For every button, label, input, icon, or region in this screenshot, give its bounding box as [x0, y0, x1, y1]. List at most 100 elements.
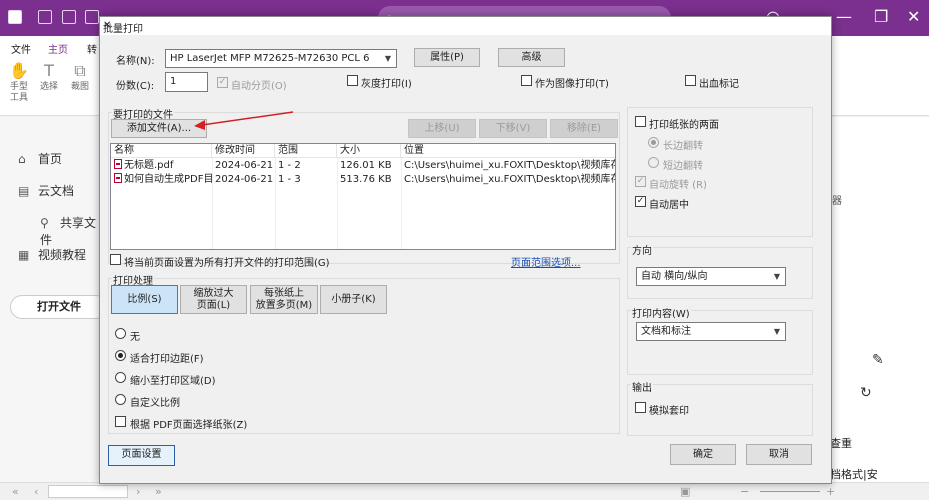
cancel-button[interactable]: 取消 [746, 444, 812, 465]
fit-margins-radio[interactable] [115, 350, 126, 361]
long-edge-radio[interactable] [648, 137, 659, 148]
print-as-image-checkbox[interactable] [521, 75, 532, 86]
close-app-icon[interactable]: ✕ [907, 9, 920, 25]
close-icon[interactable]: ✕ [103, 20, 826, 31]
page-range-options-link[interactable]: 页面范围选项... [511, 254, 581, 269]
auto-center-label: 自动居中 [649, 200, 689, 211]
file-location: C:\Users\huimei_xu.FOXIT\Desktop\视频库存\如何… [404, 160, 615, 171]
duplex-checkbox[interactable] [635, 116, 646, 127]
share-doc-icon: ⚲ [40, 216, 49, 230]
refresh-icon[interactable]: ↻ [860, 385, 872, 401]
duplex-label: 打印纸张的两面 [649, 120, 719, 131]
page-setup-button[interactable]: 页面设置 [108, 445, 175, 466]
print-content-title: 打印内容(W) [631, 305, 691, 320]
prev-page-icon[interactable]: ‹ [34, 485, 38, 498]
orientation-select[interactable]: 自动 横向/纵向 ▼ [636, 267, 786, 286]
apply-all-checkbox[interactable] [110, 254, 121, 265]
page-input[interactable] [48, 485, 128, 498]
sidebar-item-video[interactable]: ▦ 视频教程 [18, 246, 86, 263]
col-range[interactable]: 范围 [275, 144, 337, 158]
hand-tool[interactable]: ✋ 手型 工具 [4, 62, 34, 104]
print-as-image-label: 作为图像打印(T) [535, 79, 609, 90]
sidebar-item-home[interactable]: ⌂ 首页 [18, 150, 62, 167]
file-list[interactable]: 名称 修改时间 范围 大小 位置 无标题.pdf 2024-06-21 ... … [110, 143, 616, 250]
last-page-icon[interactable]: » [155, 485, 162, 498]
print-icon[interactable] [85, 10, 99, 24]
edit-icon[interactable]: ✎ [872, 352, 884, 368]
file-location: C:\Users\huimei_xu.FOXIT\Desktop\视频库存\如何… [404, 174, 615, 185]
short-edge-radio[interactable] [648, 157, 659, 168]
status-bar: « ‹ › » ▣ − + [0, 482, 929, 500]
app-logo-icon [8, 10, 22, 24]
custom-scale-label: 自定义比例 [130, 398, 180, 409]
orientation-title: 方向 [631, 242, 653, 257]
shrink-to-area-label: 缩小至打印区域(D) [130, 376, 216, 387]
tab-file[interactable]: 文件 [11, 41, 31, 56]
zoom-slider[interactable] [760, 491, 820, 492]
open-file-button[interactable]: 打开文件 [10, 295, 108, 319]
right-text-1: 器 [832, 196, 842, 207]
print-content-select[interactable]: 文档和标注 ▼ [636, 322, 786, 341]
right-text-3: 档格式|安 [830, 468, 878, 481]
open-folder-icon[interactable] [38, 10, 52, 24]
properties-button[interactable]: 属性(P) [414, 48, 480, 67]
choose-paper-by-pdf-label: 根据 PDF页面选择纸张(Z) [130, 420, 248, 431]
collate-checkbox[interactable]: ✓ [217, 77, 228, 88]
tab-booklet[interactable]: 小册子(K) [320, 285, 387, 314]
auto-rotate-checkbox[interactable]: ✓ [635, 176, 646, 187]
sidebar-video-label: 视频教程 [38, 248, 87, 262]
pdf-file-icon [114, 159, 122, 169]
col-name[interactable]: 名称 [111, 144, 212, 158]
move-down-button[interactable]: 下移(V) [479, 119, 547, 138]
first-page-icon[interactable]: « [12, 485, 19, 498]
tab-shrink-oversized[interactable]: 缩放过大 页面(L) [180, 285, 247, 314]
file-modified: 2024-06-21 ... [215, 160, 275, 171]
home-icon: ⌂ [18, 152, 26, 166]
sidebar-item-cloud[interactable]: ▤ 云文档 [18, 182, 74, 199]
pdf-file-icon [114, 173, 122, 183]
next-page-icon[interactable]: › [136, 485, 140, 498]
printer-select[interactable]: HP LaserJet MFP M72625-M72630 PCL 6 ▼ [165, 49, 397, 68]
tab-multiple-pages[interactable]: 每张纸上 放置多页(M) [250, 285, 318, 314]
file-name: 如何自动生成PDF目... [124, 174, 212, 185]
column-divider [275, 158, 276, 249]
auto-center-checkbox[interactable]: ✓ [635, 196, 646, 207]
short-edge-label: 短边翻转 [663, 161, 703, 172]
col-modified[interactable]: 修改时间 [212, 144, 275, 158]
table-row[interactable]: 如何自动生成PDF目... 2024-06-21 ... 1 - 3 513.7… [111, 173, 615, 187]
grayscale-checkbox[interactable] [347, 75, 358, 86]
simulate-overprint-label: 模拟套印 [649, 406, 689, 417]
scale-none-radio[interactable] [115, 328, 126, 339]
zoom-in-icon[interactable]: + [826, 485, 835, 498]
remove-button[interactable]: 移除(E) [550, 119, 618, 138]
col-size[interactable]: 大小 [337, 144, 401, 158]
file-size: 513.76 KB [340, 174, 392, 185]
chevron-down-icon: ▼ [773, 272, 780, 281]
sidebar-item-share[interactable]: ⚲ 共享文件 [40, 214, 100, 248]
table-row[interactable]: 无标题.pdf 2024-06-21 ... 1 - 2 126.01 KB C… [111, 159, 615, 173]
minimize-icon[interactable]: — [836, 9, 852, 25]
select-tool[interactable]: T 选择 [34, 62, 64, 93]
hand-tool-icon: ✋ [9, 61, 29, 80]
custom-scale-radio[interactable] [115, 394, 126, 405]
restore-icon[interactable]: ❐ [874, 9, 888, 25]
view-mode-icon[interactable]: ▣ [680, 485, 690, 498]
copies-input[interactable]: 1 [165, 72, 208, 92]
move-up-button[interactable]: 上移(U) [408, 119, 476, 138]
zoom-out-icon[interactable]: − [740, 485, 749, 498]
tab-scale[interactable]: 比例(S) [111, 285, 178, 314]
choose-paper-by-pdf-checkbox[interactable] [115, 416, 126, 427]
save-icon[interactable] [62, 10, 76, 24]
bleed-marks-checkbox[interactable] [685, 75, 696, 86]
cloud-doc-icon: ▤ [18, 184, 30, 198]
crop-tool[interactable]: ⧉ 裁图 [65, 62, 95, 93]
batch-print-dialog: 批量打印 ✕ 名称(N): HP LaserJet MFP M72625-M72… [99, 16, 832, 484]
shrink-to-area-radio[interactable] [115, 372, 126, 383]
tab-convert[interactable]: 转 [87, 41, 97, 56]
select-tool-label: 选择 [39, 82, 58, 92]
ok-button[interactable]: 确定 [670, 444, 736, 465]
advanced-button[interactable]: 高级 [498, 48, 565, 67]
col-location[interactable]: 位置 [401, 144, 615, 158]
copies-value: 1 [170, 76, 177, 87]
simulate-overprint-checkbox[interactable] [635, 402, 646, 413]
